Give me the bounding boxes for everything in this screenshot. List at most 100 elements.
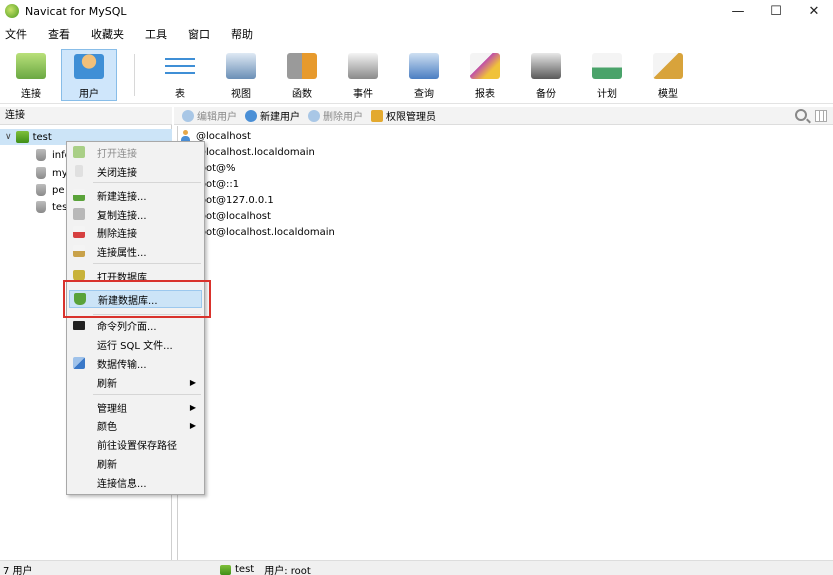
- database-icon: [36, 167, 46, 179]
- toolbar-label: 用户: [79, 89, 99, 100]
- copy-connection-icon: [73, 208, 85, 220]
- user-label: root@127.0.0.1: [196, 194, 274, 206]
- highlight-annotation-box: [63, 280, 211, 318]
- user-label: @localhost.localdomain: [196, 146, 315, 158]
- menu-item-console[interactable]: 命令列介面...: [69, 316, 202, 334]
- search-icon[interactable]: [795, 109, 807, 121]
- user-icon: [74, 54, 104, 79]
- connection-icon: [15, 131, 29, 143]
- report-icon: [470, 53, 500, 79]
- database-icon: [36, 149, 46, 161]
- menu-item-refresh[interactable]: 刷新: [69, 454, 202, 472]
- toolbar-model-button[interactable]: 模型: [640, 49, 696, 101]
- new-user-button[interactable]: 新建用户: [245, 108, 300, 123]
- menu-item-data-transfer[interactable]: 数据传输...: [69, 354, 202, 372]
- menu-separator: [93, 394, 201, 395]
- chevron-down-icon[interactable]: ∨: [5, 132, 12, 142]
- user-count: 7 用户: [3, 566, 33, 575]
- menu-item-goto-save-path[interactable]: 前往设置保存路径: [69, 435, 202, 453]
- menu-item-manage-group[interactable]: 管理组 ▶: [69, 398, 202, 416]
- menu-help[interactable]: 帮助: [226, 26, 263, 42]
- user-list: @localhost @localhost.localdomain root@%…: [177, 126, 833, 560]
- delete-user-button[interactable]: 删除用户: [308, 108, 363, 123]
- user-label: root@localhost.localdomain: [196, 226, 335, 238]
- toolbar-label: 连接: [21, 89, 41, 100]
- toolbar-query-button[interactable]: 查询: [396, 49, 452, 101]
- status-user: 用户: root: [264, 566, 311, 575]
- tree-database-item[interactable]: my: [36, 165, 68, 181]
- menu-item-new-connection[interactable]: 新建连接...: [69, 186, 202, 204]
- new-user-label: 新建用户: [260, 112, 300, 123]
- menu-file[interactable]: 文件: [0, 26, 37, 42]
- menu-window[interactable]: 窗口: [183, 26, 220, 42]
- status-bar: 7 用户 test 用户: root: [0, 560, 833, 575]
- toolbar-backup-button[interactable]: 备份: [518, 49, 574, 101]
- toolbar-label: 计划: [597, 89, 617, 100]
- menu-item-label: 刷新: [97, 459, 117, 471]
- edit-user-icon: [182, 109, 194, 122]
- menu-tools[interactable]: 工具: [140, 26, 177, 42]
- menu-item-connection-info[interactable]: 连接信息...: [69, 473, 202, 491]
- edit-user-label: 编辑用户: [197, 112, 237, 123]
- menu-item-delete-connection[interactable]: 删除连接: [69, 223, 202, 241]
- menu-item-label: 管理组: [97, 403, 127, 415]
- menu-item-label: 前往设置保存路径: [97, 440, 177, 452]
- delete-user-label: 删除用户: [323, 112, 363, 123]
- menu-item-label: 刷新: [97, 378, 117, 390]
- connection-icon: [220, 564, 231, 575]
- new-user-icon: [245, 109, 257, 122]
- grid-view-icon[interactable]: [815, 110, 827, 122]
- window-controls: — ☐ ✕: [719, 0, 833, 22]
- lock-icon: [371, 109, 383, 122]
- menu-separator: [93, 182, 201, 183]
- tree-database-item[interactable]: tes: [36, 199, 67, 215]
- toolbar-function-button[interactable]: 函数: [274, 49, 330, 101]
- open-connection-icon: [73, 146, 85, 158]
- window-title: Navicat for MySQL: [25, 4, 127, 18]
- menu-item-label: 打开连接: [97, 148, 137, 160]
- chevron-right-icon: ▶: [189, 377, 196, 387]
- delete-connection-icon: [73, 226, 85, 238]
- minimize-button[interactable]: —: [719, 0, 757, 22]
- menu-view[interactable]: 查看: [43, 26, 80, 42]
- chevron-right-icon: ▶: [189, 420, 196, 430]
- menu-item-run-sql-file[interactable]: 运行 SQL 文件...: [69, 335, 202, 353]
- event-icon: [348, 53, 378, 79]
- toolbar-label: 备份: [536, 89, 556, 100]
- toolbar-label: 模型: [658, 89, 678, 100]
- toolbar-label: 查询: [414, 89, 434, 100]
- edit-user-button[interactable]: 编辑用户: [182, 108, 237, 123]
- menu-item-connection-properties[interactable]: 连接属性...: [69, 242, 202, 260]
- privilege-manager-label: 权限管理员: [386, 112, 436, 123]
- connection-properties-icon: [73, 245, 85, 257]
- toolbar-table-button[interactable]: 表: [152, 49, 208, 101]
- backup-icon: [531, 53, 561, 79]
- status-connection-name: test: [235, 564, 255, 575]
- menu-item-close-connection[interactable]: 关闭连接: [69, 162, 202, 180]
- toolbar-report-button[interactable]: 报表: [457, 49, 513, 101]
- menu-item-label: 数据传输...: [97, 359, 147, 371]
- menu-favorites[interactable]: 收藏夹: [86, 26, 134, 42]
- toolbar-divider: [134, 54, 135, 96]
- menu-item-refresh-submenu[interactable]: 刷新 ▶: [69, 373, 202, 391]
- toolbar-connection-button[interactable]: 连接: [3, 49, 59, 101]
- menu-item-label: 命令列介面...: [97, 321, 157, 333]
- menu-item-copy-connection[interactable]: 复制连接...: [69, 205, 202, 223]
- tree-database-item[interactable]: pe: [36, 182, 65, 198]
- database-icon: [36, 184, 46, 196]
- menu-item-label: 复制连接...: [97, 210, 147, 222]
- menu-item-open-connection[interactable]: 打开连接: [69, 143, 202, 161]
- toolbar-view-button[interactable]: 视图: [213, 49, 269, 101]
- toolbar-event-button[interactable]: 事件: [335, 49, 391, 101]
- privilege-manager-button[interactable]: 权限管理员: [371, 108, 436, 123]
- toolbar-label: 视图: [231, 89, 251, 100]
- close-button[interactable]: ✕: [795, 0, 833, 22]
- table-icon: [165, 53, 195, 79]
- new-connection-icon: [73, 189, 85, 201]
- menu-item-color[interactable]: 颜色 ▶: [69, 416, 202, 434]
- toolbar-user-button[interactable]: 用户: [61, 49, 117, 101]
- navicat-logo-icon: [5, 4, 19, 18]
- data-transfer-icon: [73, 357, 85, 369]
- toolbar-schedule-button[interactable]: 计划: [579, 49, 635, 101]
- maximize-button[interactable]: ☐: [757, 0, 795, 22]
